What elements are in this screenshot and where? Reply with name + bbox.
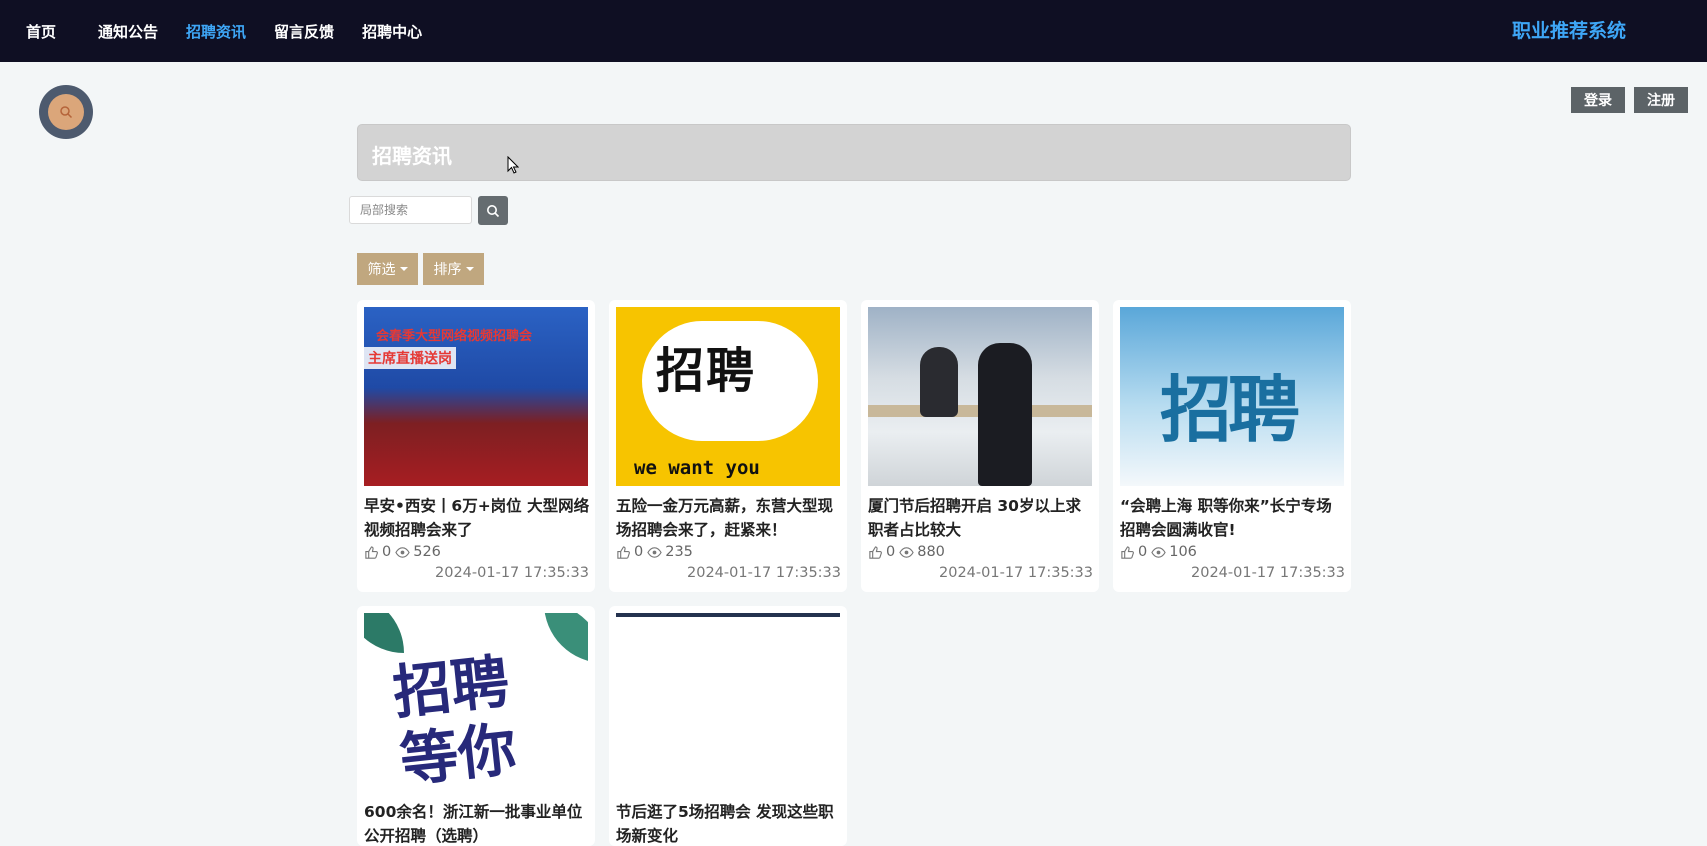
top-navbar: 首页 通知公告 招聘资讯 留言反馈 招聘中心 职业推荐系统 xyxy=(0,0,1707,62)
search-icon xyxy=(48,94,84,130)
search-icon xyxy=(487,204,500,217)
views-count: 106 xyxy=(1169,544,1197,560)
news-card-title: 早安•西安丨6万+岗位 大型网络视频招聘会来了 xyxy=(364,497,590,539)
thumbs-up-icon xyxy=(617,545,630,559)
nav-item-notices[interactable]: 通知公告 xyxy=(98,21,158,42)
news-card[interactable]: 招聘 等你来! 600余名！浙江新一批事业单位公开招聘（选聘） xyxy=(357,606,595,846)
thumbs-up-icon xyxy=(1121,545,1134,559)
eye-icon xyxy=(1151,546,1166,558)
nav-item-recruit-news[interactable]: 招聘资讯 xyxy=(186,21,246,42)
image-caption: 招聘 xyxy=(656,343,757,399)
main-nav: 首页 通知公告 招聘资讯 留言反馈 招聘中心 xyxy=(0,0,450,62)
views-count: 880 xyxy=(917,544,945,560)
search-button[interactable] xyxy=(478,196,508,225)
filter-label: 筛选 xyxy=(367,262,396,278)
register-button[interactable]: 注册 xyxy=(1634,87,1688,113)
news-card-image: 会春季大型网络视频招聘会 主席直播送岗 xyxy=(364,307,588,486)
caret-down-icon xyxy=(465,267,474,271)
views-count: 235 xyxy=(665,544,693,560)
thumbs-up-icon xyxy=(869,545,882,559)
news-card-date: 2024-01-17 17:35:33 xyxy=(1191,565,1345,581)
sort-label: 排序 xyxy=(433,262,462,278)
news-card-date: 2024-01-17 17:35:33 xyxy=(687,565,841,581)
news-card-image: 招聘 we want you xyxy=(616,307,840,486)
page-title: 招聘资讯 xyxy=(372,144,452,168)
mouse-cursor-icon xyxy=(507,156,519,174)
image-caption-secondary: 主席直播送岗 xyxy=(364,347,456,369)
news-card-title: 600余名！浙江新一批事业单位公开招聘（选聘） xyxy=(364,803,583,845)
news-card-stats: 0 526 xyxy=(364,544,441,560)
news-card-title: 五险一金万元高薪，东营大型现场招聘会来了，赶紧来！ xyxy=(616,497,834,539)
image-caption: 招聘 等你来! xyxy=(389,647,520,792)
image-caption: 招聘 xyxy=(1160,368,1300,452)
news-card-stats: 0 880 xyxy=(868,544,945,560)
thumbs-up-icon xyxy=(365,545,378,559)
eye-icon xyxy=(899,546,914,558)
news-card-image: 招聘 等你来! xyxy=(364,613,588,792)
filter-dropdown[interactable]: 筛选 xyxy=(357,253,418,285)
news-card-title: 节后逛了5场招聘会 发现这些职场新变化 xyxy=(616,803,834,845)
eye-icon xyxy=(647,546,662,558)
login-button[interactable]: 登录 xyxy=(1571,87,1625,113)
news-card-title: “会聘上海 职等你来”长宁专场招聘会圆满收官! xyxy=(1120,497,1332,539)
news-card-image xyxy=(868,307,1092,486)
news-card-title: 厦门节后招聘开启 30岁以上求职者占比较大 xyxy=(868,497,1081,539)
news-card-image: 招聘 xyxy=(1120,307,1344,486)
news-card[interactable]: 厦门节后招聘开启 30岁以上求职者占比较大 0 880 2024-01-17 1… xyxy=(861,300,1099,592)
news-card[interactable]: 招聘 “会聘上海 职等你来”长宁专场招聘会圆满收官! 0 106 2024-01… xyxy=(1113,300,1351,592)
floating-search-button[interactable] xyxy=(39,85,93,139)
news-card-date: 2024-01-17 17:35:33 xyxy=(939,565,1093,581)
image-caption: 会春季大型网络视频招聘会 xyxy=(376,329,533,344)
views-count: 526 xyxy=(413,544,441,560)
brand-title: 职业推荐系统 xyxy=(1512,20,1627,42)
sort-dropdown[interactable]: 排序 xyxy=(423,253,484,285)
nav-item-recruit-center[interactable]: 招聘中心 xyxy=(362,21,422,42)
news-card[interactable]: 节后逛了5场招聘会 发现这些职场新变化 xyxy=(609,606,847,846)
news-card-stats: 0 106 xyxy=(1120,544,1197,560)
likes-count: 0 xyxy=(634,544,644,560)
likes-count: 0 xyxy=(886,544,896,560)
news-card[interactable]: 招聘 we want you 五险一金万元高薪，东营大型现场招聘会来了，赶紧来！… xyxy=(609,300,847,592)
news-card-stats: 0 235 xyxy=(616,544,693,560)
news-card-date: 2024-01-17 17:35:33 xyxy=(435,565,589,581)
search-input[interactable] xyxy=(349,196,472,224)
nav-item-feedback[interactable]: 留言反馈 xyxy=(274,21,334,42)
nav-item-home[interactable]: 首页 xyxy=(26,21,56,42)
likes-count: 0 xyxy=(1138,544,1148,560)
news-card[interactable]: 会春季大型网络视频招聘会 主席直播送岗 早安•西安丨6万+岗位 大型网络视频招聘… xyxy=(357,300,595,592)
news-card-image xyxy=(616,613,840,792)
eye-icon xyxy=(395,546,410,558)
image-caption-secondary: we want you xyxy=(634,457,760,479)
caret-down-icon xyxy=(399,267,408,271)
likes-count: 0 xyxy=(382,544,392,560)
